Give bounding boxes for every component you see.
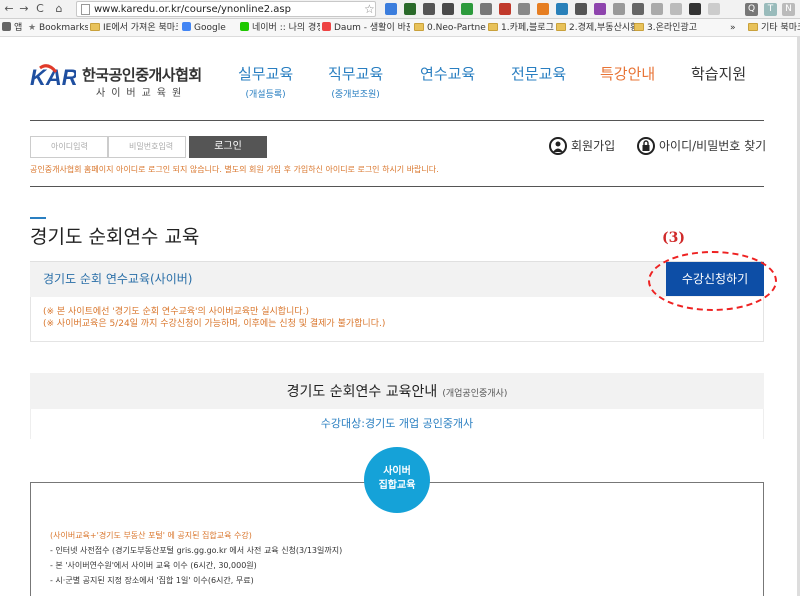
title-accent-bar [30,217,46,219]
browser-toolbar: ← → C ⌂ www.karedu.or.kr/course/ynonline… [0,0,800,19]
guide-header: 경기도 순회연수 교육안내 (개업공인중개사) [30,373,764,409]
guide-target-row: 수강대상:경기도 개업 공인중개사 [30,409,764,439]
extension-icon[interactable] [651,3,663,15]
bookmark-item[interactable]: Daum - 생활이 바뀐다 [322,19,410,37]
bookmark-folder[interactable]: IE에서 가져온 북마크 [90,19,178,37]
nav-professional-education[interactable]: 전문교육 [511,63,566,84]
bookmark-item[interactable]: Google [182,19,237,37]
extension-icon[interactable]: N [782,3,795,16]
nav-special-lecture[interactable]: 특강안내 [600,63,655,84]
education-details: (사이버교육+'경기도 부동산 포털' 에 공지된 집합교육 수강) - 인터넷… [50,528,342,588]
cyber-group-badge: 사이버 집합교육 [364,447,430,513]
extension-icon[interactable] [537,3,549,15]
lock-icon [637,137,655,155]
extension-icon[interactable] [423,3,435,15]
detail-line: (사이버교육+'경기도 부동산 포털' 에 공지된 집합교육 수강) [50,531,252,540]
naver-icon [240,22,249,31]
detail-line: - 본 '사이버연수원'에서 사이버 교육 이수 (6시간, 30,000원) [50,561,257,570]
nav-practical-education[interactable]: 실무교육 (개설등록) [238,63,293,100]
guide-subtitle: (개업공인중개사) [442,389,508,399]
login-note: 공인중개사협회 홈페이지 아이디로 로그인 되지 않습니다. 별도의 회원 가입… [30,165,439,174]
extension-icon[interactable]: Q [745,3,758,16]
bookmark-star-icon[interactable]: ☆ [364,1,375,17]
folder-icon [634,23,644,31]
extension-icon[interactable] [670,3,682,15]
extension-icon[interactable] [480,3,492,15]
login-password-input[interactable]: 비밀번호입력 [108,136,186,158]
extension-icon[interactable]: T [764,3,777,16]
guide-target: 수강대상:경기도 개업 공인중개사 [320,417,474,430]
address-bar[interactable]: www.karedu.or.kr/course/ynonline2.asp [76,1,376,17]
bookmark-folder[interactable]: 2.경제,부동산시황 [556,19,636,37]
reload-icon[interactable]: C [33,1,47,17]
extension-icon[interactable] [385,3,397,15]
detail-line: - 시·군별 공지된 지정 장소에서 '집합 1일' 이수(6시간, 무료) [50,576,254,585]
extension-icon[interactable] [404,3,416,15]
course-name: 경기도 순회 연수교육(사이버) [43,272,193,286]
header-divider [30,120,764,121]
forward-icon[interactable]: → [17,1,31,17]
login-button[interactable]: 로그인 [189,136,267,158]
logo-name: 한국공인중개사협회 [82,66,202,84]
folder-icon [556,23,566,31]
detail-line: - 인터넷 사전접수 (경기도부동산포털 gris.gg.go.kr 에서 사전… [50,546,343,555]
guide-title: 경기도 순회연수 교육안내 [286,384,438,400]
extension-icon[interactable] [442,3,454,15]
home-icon[interactable]: ⌂ [52,1,66,17]
folder-icon [414,23,424,31]
other-bookmarks[interactable]: 기타 북마크 [748,19,800,37]
folder-icon [748,23,758,31]
notice-line: (※ 본 사이트에선 '경기도 순회 연수교육'의 사이버교육만 실시합니다.) [43,307,309,317]
folder-icon [488,23,498,31]
extension-icon[interactable] [461,3,473,15]
user-icon [549,137,567,155]
kar-logo-icon: KAR [30,64,76,90]
login-id-input[interactable]: 아이디입력 [30,136,108,158]
bookmarks-bar: 앱 ★ Bookmarks IE에서 가져온 북마크 Google 네이버 ::… [0,19,800,37]
logo-subtitle: 사이버교육원 [96,88,188,99]
extension-icon[interactable] [499,3,511,15]
page-icon [81,4,90,15]
extension-icon[interactable] [518,3,530,15]
apps-icon [2,22,11,31]
google-icon [182,22,191,31]
notice-box: (※ 본 사이트에선 '경기도 순회 연수교육'의 사이버교육만 실시합니다.)… [30,297,764,342]
extension-icon[interactable] [708,3,720,15]
extension-icon[interactable] [594,3,606,15]
bookmark-item[interactable]: ★ Bookmarks [28,19,88,37]
extension-icon[interactable] [556,3,568,15]
nav-job-education[interactable]: 직무교육 (중개보조원) [328,63,383,100]
more-bookmarks-button[interactable]: » [730,19,740,37]
step-annotation-label: (3) [662,230,685,246]
bookmark-folder[interactable]: 0.Neo-Partner [414,19,486,37]
back-icon[interactable]: ← [2,1,16,17]
nav-learning-support[interactable]: 학습지원 [691,63,746,84]
extension-icon[interactable] [575,3,587,15]
extension-icon[interactable] [689,3,701,15]
find-account-link[interactable]: 아이디/비밀번호 찾기 [637,136,766,156]
bookmark-folder[interactable]: 1.카페,블로그 [488,19,554,37]
login-divider [30,186,764,187]
notice-line: (※ 사이버교육은 5/24일 까지 수강신청이 가능하며, 이후에는 신청 및… [43,319,386,329]
daum-icon [322,22,331,31]
nav-training-education[interactable]: 연수교육 [420,63,475,84]
bookmark-item[interactable]: 네이버 :: 나의 경쟁력 [240,19,320,37]
folder-icon [90,23,100,31]
extension-icon[interactable] [632,3,644,15]
extension-icon[interactable] [613,3,625,15]
bookmark-apps[interactable]: 앱 [2,19,22,37]
bookmark-folder[interactable]: 3.온라인광고 [634,19,700,37]
url-text: www.karedu.or.kr/course/ynonline2.asp [94,4,291,15]
page-title: 경기도 순회연수 교육 [30,226,200,248]
signup-link[interactable]: 회원가입 [549,136,615,156]
star-icon: ★ [28,23,39,33]
